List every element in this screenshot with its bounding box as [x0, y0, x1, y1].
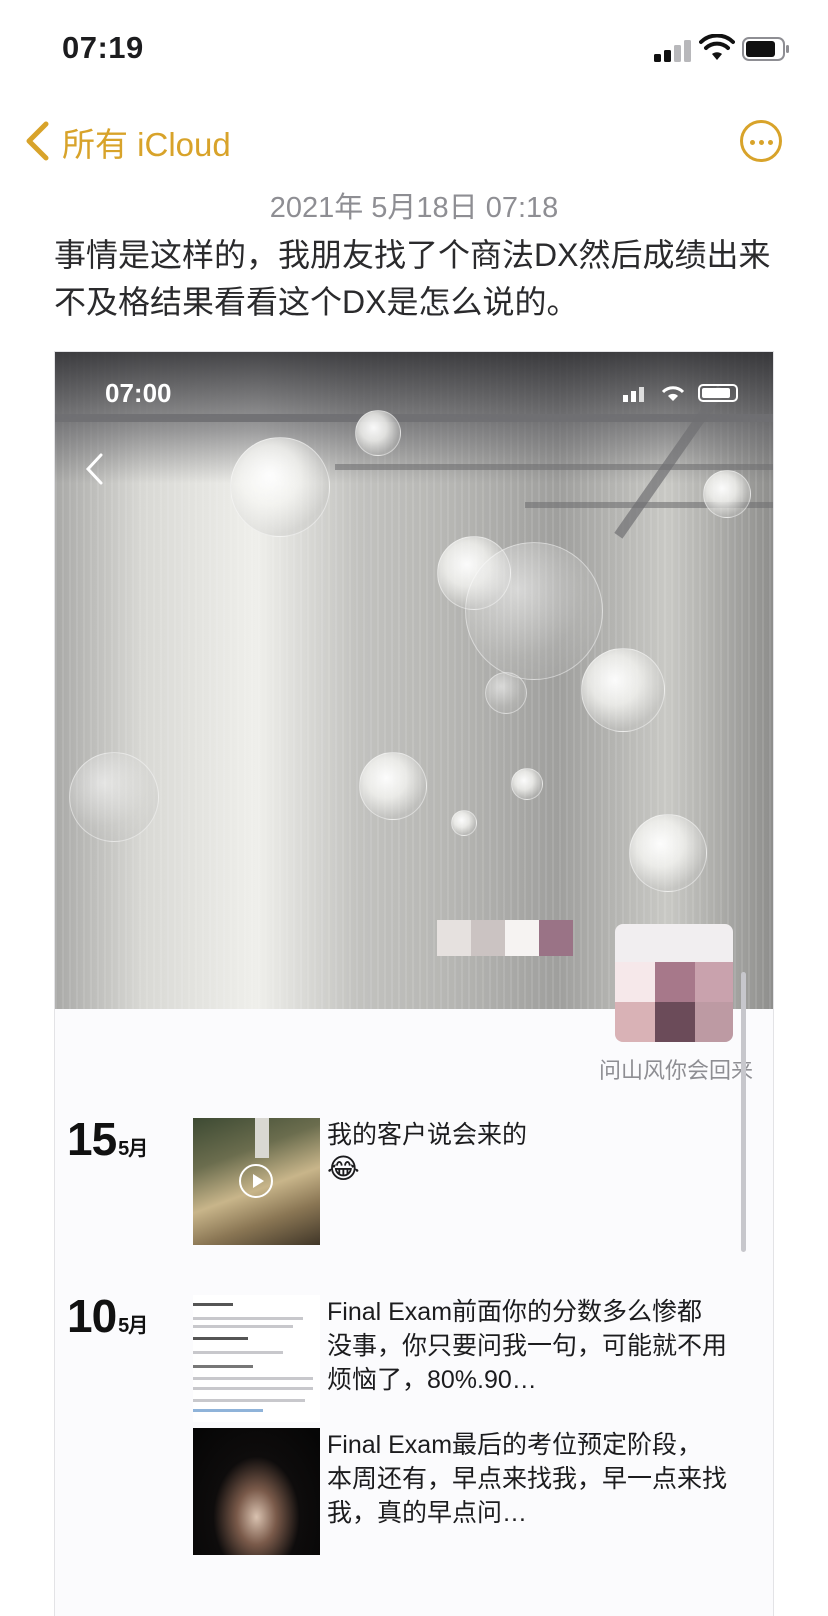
document-thumbnail[interactable] [193, 1295, 320, 1422]
embedded-status-time: 07:00 [105, 378, 172, 408]
photo-background: 07:00 [55, 352, 773, 1009]
battery-icon [742, 37, 789, 61]
wifi-icon [699, 34, 735, 60]
video-thumbnail[interactable] [193, 1118, 320, 1245]
avatar[interactable] [615, 924, 733, 1042]
note-date: 2021年 5月18日 07:18 [269, 192, 559, 224]
status-bar: 07:19 [0, 0, 828, 96]
chevron-left-icon[interactable] [22, 120, 52, 162]
signal-icon [654, 38, 694, 62]
status-time: 07:19 [62, 30, 144, 65]
portrait-thumbnail[interactable] [193, 1428, 320, 1555]
post-text-line: 我的客户说会来的 [327, 1121, 528, 1149]
post-text[interactable]: Final Exam前面你的分数多么惨都没事，你只要问我一句，可能就不用烦恼了，… [327, 1295, 727, 1397]
post-date: 15 5月 [67, 1112, 148, 1166]
post-day: 15 [67, 1113, 117, 1165]
embedded-status-icons [623, 384, 738, 402]
laughing-emoji: 😂 [327, 1153, 360, 1184]
more-icon[interactable] [740, 120, 782, 162]
embedded-image[interactable]: 07:00 问山风你会回来 15 5月 我的客户说会来的 😂 10 5月 Fin… [54, 351, 774, 1616]
profile-signature: 问山风你会回来 [598, 1058, 753, 1083]
post-day: 10 [67, 1290, 117, 1342]
post-text[interactable]: 我的客户说会来的 😂 [327, 1118, 727, 1186]
note-body[interactable]: 事情是这样的，我朋友找了个商法DX然后成绩出来不及格结果看看这个DX是怎么说的。 [54, 232, 784, 326]
nav-bar: 所有 iCloud [0, 104, 828, 174]
play-icon[interactable] [239, 1164, 273, 1198]
post-month: 5月 [118, 1315, 148, 1337]
embedded-back-icon [85, 453, 103, 485]
post-text[interactable]: Final Exam最后的考位预定阶段，本周还有，早点来找我，早一点来找我，真的… [327, 1428, 727, 1530]
back-button[interactable]: 所有 iCloud [62, 118, 231, 166]
post-month: 5月 [118, 1138, 148, 1160]
scrollbar[interactable] [741, 972, 746, 1252]
post-date: 10 5月 [67, 1289, 148, 1343]
